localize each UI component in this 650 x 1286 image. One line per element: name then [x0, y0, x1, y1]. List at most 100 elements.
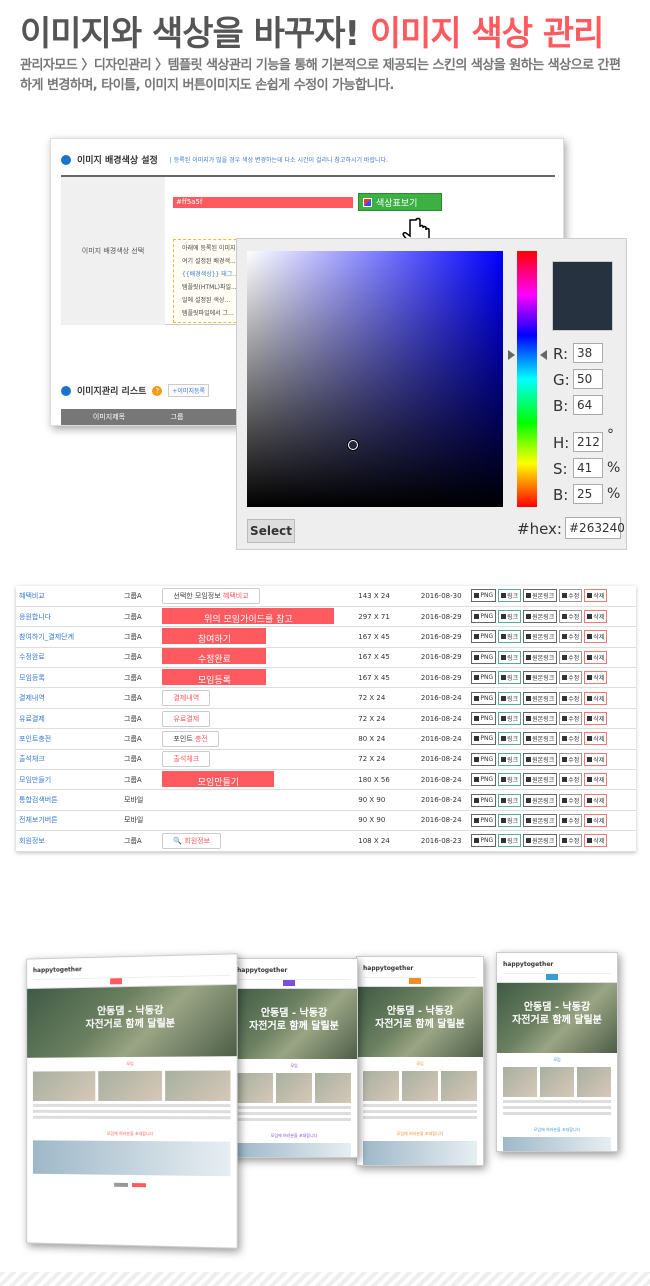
- image-name-link[interactable]: 전체보기버튼: [16, 810, 122, 832]
- png-button[interactable]: PNG: [471, 671, 497, 685]
- link-button[interactable]: 링크: [498, 589, 522, 603]
- edit-button[interactable]: 수정: [559, 834, 583, 848]
- original-link-button[interactable]: 원본링크: [523, 813, 558, 827]
- original-link-button[interactable]: 원본링크: [523, 752, 558, 766]
- original-link-button[interactable]: 원본링크: [523, 773, 558, 787]
- select-button[interactable]: Select: [247, 519, 295, 543]
- image-name-link[interactable]: 통합검색버튼: [16, 789, 122, 811]
- original-link-button[interactable]: 원본링크: [523, 834, 558, 848]
- delete-button[interactable]: 삭제: [584, 610, 608, 624]
- percent-unit: %: [607, 486, 621, 502]
- b-input[interactable]: 64: [573, 395, 603, 415]
- png-button[interactable]: PNG: [471, 691, 497, 705]
- delete-button[interactable]: 삭제: [584, 650, 608, 664]
- original-link-button[interactable]: 원본링크: [523, 671, 558, 685]
- link-button[interactable]: 링크: [498, 732, 522, 746]
- png-button[interactable]: PNG: [471, 650, 497, 664]
- link-button[interactable]: 링크: [498, 813, 522, 827]
- edit-button[interactable]: 수정: [559, 793, 583, 807]
- png-button[interactable]: PNG: [471, 589, 497, 603]
- link-button[interactable]: 링크: [498, 834, 522, 848]
- delete-button[interactable]: 삭제: [584, 732, 608, 746]
- edit-button[interactable]: 수정: [559, 650, 583, 664]
- edit-button[interactable]: 수정: [559, 712, 583, 726]
- original-link-button[interactable]: 원본링크: [523, 793, 558, 807]
- delete-button[interactable]: 삭제: [584, 691, 608, 705]
- link-button[interactable]: 링크: [498, 752, 522, 766]
- delete-button[interactable]: 삭제: [584, 773, 608, 787]
- link-button[interactable]: 링크: [498, 712, 522, 726]
- hex-input[interactable]: #263240: [565, 517, 625, 539]
- image-name-link[interactable]: 결제내역: [16, 687, 122, 709]
- help-icon[interactable]: ?: [152, 385, 163, 396]
- color-picker-button[interactable]: 색상표보기: [358, 193, 442, 211]
- original-link-button[interactable]: 원본링크: [523, 630, 558, 644]
- s-input[interactable]: 41: [573, 458, 603, 478]
- g-input[interactable]: 50: [573, 369, 603, 389]
- hue-arrow-left-icon[interactable]: [508, 350, 515, 360]
- edit-button[interactable]: 수정: [559, 691, 583, 705]
- edit-button[interactable]: 수정: [559, 732, 583, 746]
- add-image-button[interactable]: +이미지등록: [168, 384, 210, 397]
- delete-button[interactable]: 삭제: [584, 712, 608, 726]
- image-name-link[interactable]: 모임등록: [16, 667, 122, 689]
- image-name-link[interactable]: 모임만들기: [16, 769, 122, 791]
- image-name-link[interactable]: 유료결제: [16, 708, 122, 730]
- delete-button[interactable]: 삭제: [584, 793, 608, 807]
- image-name-link[interactable]: 회원정보: [16, 830, 122, 852]
- edit-button[interactable]: 수정: [559, 752, 583, 766]
- brightness-input[interactable]: 25: [573, 484, 603, 504]
- hue-arrow-right-icon[interactable]: [540, 350, 547, 360]
- delete-button[interactable]: 삭제: [584, 671, 608, 685]
- image-preview-highlight: 결제내역: [173, 694, 200, 703]
- image-name-link[interactable]: 포인트충전: [16, 728, 122, 750]
- edit-button[interactable]: 수정: [559, 630, 583, 644]
- r-input[interactable]: 38: [573, 343, 603, 363]
- png-button[interactable]: PNG: [471, 773, 497, 787]
- link-button[interactable]: 링크: [498, 650, 522, 664]
- png-button[interactable]: PNG: [471, 732, 497, 746]
- png-button[interactable]: PNG: [471, 834, 497, 848]
- edit-button[interactable]: 수정: [559, 773, 583, 787]
- h-input[interactable]: 212: [573, 432, 603, 452]
- link-button[interactable]: 링크: [498, 691, 522, 705]
- link-button[interactable]: 링크: [498, 630, 522, 644]
- png-button[interactable]: PNG: [471, 630, 497, 644]
- edit-button[interactable]: 수정: [559, 813, 583, 827]
- original-link-button[interactable]: 원본링크: [523, 732, 558, 746]
- original-link-button[interactable]: 원본링크: [523, 650, 558, 664]
- edit-button[interactable]: 수정: [559, 589, 583, 603]
- link-button[interactable]: 링크: [498, 671, 522, 685]
- delete-button[interactable]: 삭제: [584, 813, 608, 827]
- png-button[interactable]: PNG: [471, 712, 497, 726]
- png-button[interactable]: PNG: [471, 793, 497, 807]
- png-button[interactable]: PNG: [471, 610, 497, 624]
- link-button[interactable]: 링크: [498, 793, 522, 807]
- action-label: PNG: [480, 796, 494, 804]
- delete-button[interactable]: 삭제: [584, 752, 608, 766]
- action-icon: [526, 675, 532, 681]
- image-name-link[interactable]: 응원합니다: [16, 606, 122, 628]
- delete-button[interactable]: 삭제: [584, 834, 608, 848]
- sv-marker[interactable]: [348, 440, 358, 450]
- link-button[interactable]: 링크: [498, 610, 522, 624]
- png-button[interactable]: PNG: [471, 752, 497, 766]
- edit-button[interactable]: 수정: [559, 671, 583, 685]
- color-value-input[interactable]: #ff5a5f: [173, 197, 353, 208]
- original-link-button[interactable]: 원본링크: [523, 712, 558, 726]
- image-name-link[interactable]: 출석체크: [16, 749, 122, 771]
- original-link-button[interactable]: 원본링크: [523, 610, 558, 624]
- delete-button[interactable]: 삭제: [584, 589, 608, 603]
- original-link-button[interactable]: 원본링크: [523, 589, 558, 603]
- hue-slider[interactable]: [517, 251, 537, 507]
- saturation-brightness-area[interactable]: [247, 251, 503, 507]
- original-link-button[interactable]: 원본링크: [523, 691, 558, 705]
- mockup-line: [237, 1106, 351, 1109]
- edit-button[interactable]: 수정: [559, 610, 583, 624]
- png-button[interactable]: PNG: [471, 813, 497, 827]
- image-name-link[interactable]: 혜택비교: [16, 586, 122, 607]
- link-button[interactable]: 링크: [498, 773, 522, 787]
- delete-button[interactable]: 삭제: [584, 630, 608, 644]
- image-name-link[interactable]: 수정완료: [16, 647, 122, 669]
- image-name-link[interactable]: 참여하기_결제단계: [16, 626, 122, 648]
